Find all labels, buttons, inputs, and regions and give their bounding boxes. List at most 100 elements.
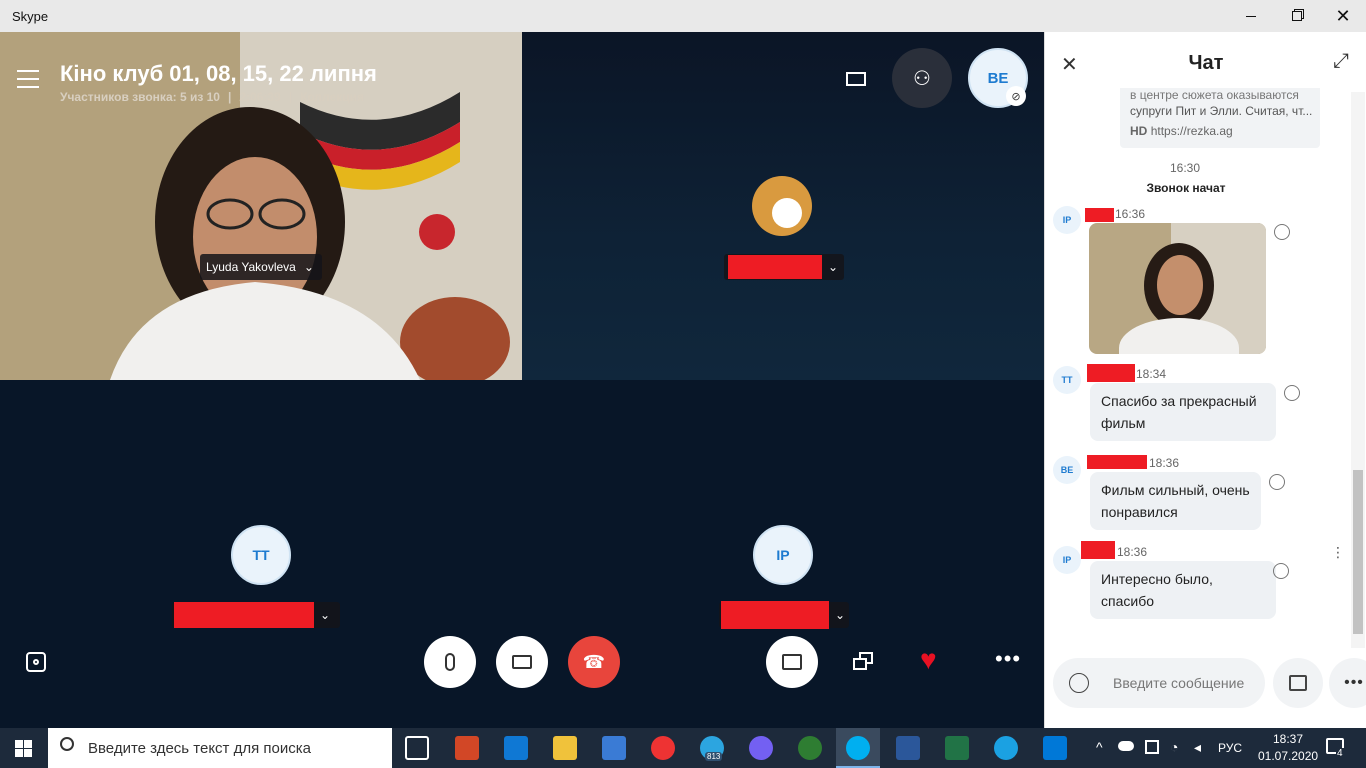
- title-bar: Skype ✕: [0, 0, 1366, 32]
- link-badge: HD: [1130, 124, 1148, 138]
- language-indicator[interactable]: РУС: [1218, 741, 1242, 755]
- input-placeholder: Введите сообщение: [1113, 675, 1245, 691]
- chat-scrollbar[interactable]: [1351, 92, 1365, 648]
- volume-icon[interactable]: ◂: [1194, 739, 1201, 756]
- chevron-down-icon: ⌄: [303, 260, 314, 274]
- emoji-icon[interactable]: [1069, 673, 1089, 693]
- mic-button[interactable]: [424, 636, 476, 688]
- ellipsis-icon: •••: [995, 646, 1022, 671]
- close-window-button[interactable]: ✕: [1320, 0, 1366, 32]
- muted-mic-icon: ⊘: [1006, 86, 1026, 106]
- link-preview-text-top: в центре сюжета оказываются: [1130, 88, 1299, 102]
- call-duration: 2:06:39: [239, 90, 281, 104]
- react-smiley-icon[interactable]: [1269, 474, 1285, 490]
- viber-icon[interactable]: [749, 736, 773, 760]
- message-more-icon[interactable]: ⋮: [1331, 544, 1345, 561]
- message-list[interactable]: в центре сюжета оказываются супруги Пит …: [1045, 88, 1366, 648]
- add-person-icon: ⚇: [913, 67, 931, 90]
- video-button[interactable]: [496, 636, 548, 688]
- chevron-down-icon: ⌄: [828, 260, 839, 274]
- participant-name-chip[interactable]: ⌄: [724, 254, 844, 280]
- message-avatar[interactable]: IP: [1053, 206, 1081, 234]
- chat-more-button[interactable]: •••: [1329, 658, 1366, 708]
- window-title: Skype: [12, 9, 49, 24]
- message-avatar[interactable]: TT: [1053, 366, 1081, 394]
- minimize-button[interactable]: [1228, 0, 1274, 32]
- message-time: 18:34: [1136, 367, 1167, 381]
- excel-icon[interactable]: [945, 736, 969, 760]
- chat-title: Чат: [1188, 52, 1224, 74]
- ellipsis-icon: •••: [1344, 674, 1364, 691]
- start-button[interactable]: [15, 740, 32, 757]
- camera-icon: [33, 659, 39, 665]
- more-options-button[interactable]: •••: [995, 646, 1021, 672]
- expand-chat-button[interactable]: ⤢: [1333, 50, 1349, 73]
- add-participant-button[interactable]: ⚇: [892, 48, 952, 108]
- mail-icon[interactable]: [504, 736, 528, 760]
- message-input[interactable]: Введите сообщение: [1053, 658, 1265, 708]
- message-avatar[interactable]: BE: [1053, 456, 1081, 484]
- message-time: 18:36: [1149, 456, 1180, 470]
- search-placeholder: Введите здесь текст для поиска: [88, 739, 311, 757]
- word-icon[interactable]: [896, 736, 920, 760]
- file-explorer-icon[interactable]: [553, 736, 577, 760]
- message-bubble[interactable]: Интересно было, спасибо: [1090, 561, 1276, 619]
- expand-icon: ⤢: [1333, 50, 1349, 72]
- end-call-button[interactable]: ☎: [568, 636, 620, 688]
- message-avatar[interactable]: IP: [1053, 546, 1081, 574]
- message-image[interactable]: [1089, 223, 1266, 354]
- powerpoint-icon[interactable]: [455, 736, 479, 760]
- onedrive-icon[interactable]: [1118, 741, 1134, 751]
- snapshot-button[interactable]: [26, 652, 46, 672]
- redacted-sender: [1085, 208, 1114, 222]
- participant-tile-2[interactable]: ⌄: [522, 32, 1044, 380]
- chrome-icon[interactable]: [651, 736, 675, 760]
- participant-count: Участников звонка: 5 из 10: [60, 90, 220, 104]
- download-icon[interactable]: [798, 736, 822, 760]
- react-smiley-icon[interactable]: [1273, 563, 1289, 579]
- video-camera-icon: [512, 655, 532, 669]
- taskbar-search[interactable]: Введите здесь текст для поиска: [48, 728, 392, 768]
- store-icon[interactable]: [602, 736, 626, 760]
- skype-icon: [846, 736, 870, 760]
- restore-button[interactable]: [1274, 0, 1320, 32]
- tray-chevron-icon[interactable]: ^: [1096, 739, 1103, 755]
- participant-name-chip[interactable]: ⌄: [172, 602, 340, 628]
- react-button[interactable]: ♥: [920, 644, 937, 676]
- message-time: 16:36: [1115, 207, 1146, 221]
- react-smiley-icon[interactable]: [1274, 224, 1290, 240]
- share-screen-button[interactable]: [853, 652, 875, 672]
- react-smiley-icon[interactable]: [1284, 385, 1300, 401]
- participant-name-chip[interactable]: Lyuda Yakovleva ⌄: [200, 254, 322, 280]
- fullscreen-icon[interactable]: [846, 72, 866, 86]
- call-title: Кіно клуб 01, 08, 15, 22 липня: [60, 61, 377, 86]
- menu-button[interactable]: [17, 70, 39, 88]
- wifi-icon[interactable]: ◔: [1170, 739, 1178, 755]
- link-preview[interactable]: в центре сюжета оказываются супруги Пит …: [1120, 88, 1320, 148]
- close-icon: ✕: [1335, 5, 1351, 26]
- hang-up-icon: ☎: [582, 651, 606, 672]
- collection-link[interactable]: Коллекция: [300, 90, 364, 104]
- clock-time[interactable]: 18:37: [1266, 732, 1310, 746]
- clock-date[interactable]: 01.07.2020: [1258, 749, 1318, 763]
- chat-icon: [782, 654, 802, 670]
- open-chat-button[interactable]: [766, 636, 818, 688]
- notification-count: 4: [1336, 748, 1344, 759]
- message-time: 18:36: [1117, 545, 1148, 559]
- battery-icon[interactable]: [1145, 740, 1159, 754]
- media-player-icon[interactable]: [1043, 736, 1067, 760]
- redacted-sender: [1081, 541, 1115, 559]
- redacted-name: [721, 601, 829, 629]
- scrollbar-thumb[interactable]: [1353, 470, 1363, 634]
- task-view-icon[interactable]: [405, 736, 429, 760]
- participant-avatar: TT: [231, 525, 291, 585]
- message-bubble[interactable]: Спасибо за прекрасный фильм: [1090, 383, 1276, 441]
- participant-name: Lyuda Yakovleva: [206, 260, 296, 274]
- message-bubble[interactable]: Фильм сильный, очень понравился: [1090, 472, 1261, 530]
- link-url[interactable]: https://rezka.ag: [1151, 124, 1233, 138]
- skype-taskbar-button[interactable]: [836, 728, 880, 768]
- media-button[interactable]: [1273, 658, 1323, 708]
- edge-icon[interactable]: [994, 736, 1018, 760]
- participant-avatar: IP: [753, 525, 813, 585]
- participant-name-chip[interactable]: ⌄: [719, 601, 849, 629]
